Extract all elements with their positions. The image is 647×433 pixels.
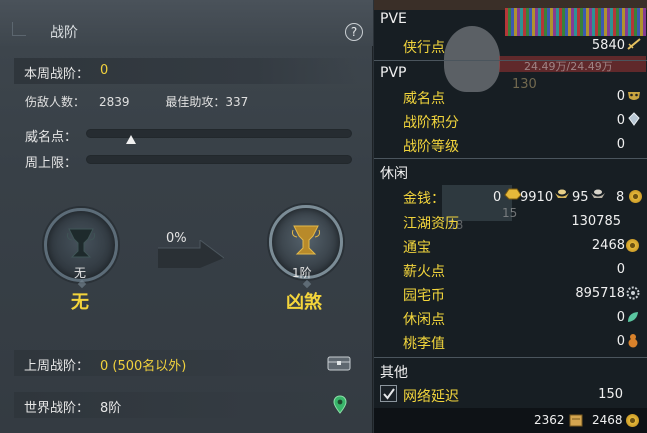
- divider-dot: [302, 279, 312, 289]
- weekly-cap-label: 周上限：: [25, 156, 78, 171]
- pvp-item-value: 0: [616, 113, 625, 128]
- weekly-rank-row: 本周战阶： 0: [14, 58, 358, 84]
- leaf-icon: [628, 312, 638, 322]
- leisure-item-label: 通宝: [403, 240, 431, 256]
- help-button[interactable]: ?: [345, 23, 363, 41]
- next-rank-name: 凶煞: [286, 292, 322, 313]
- background-count: 130: [512, 77, 537, 92]
- latency-checkbox[interactable]: [380, 385, 397, 402]
- coin-icon: [629, 190, 642, 203]
- pvp-item-label: 战阶积分: [403, 115, 459, 131]
- assists-value: 337: [225, 95, 249, 109]
- panel-titlebar: 战阶 ?: [0, 0, 373, 46]
- trophy-icon: [292, 225, 320, 255]
- leisure-header: 休闲: [380, 166, 408, 182]
- leisure-item-value: 130785: [571, 214, 621, 229]
- battle-stats: 伤敌人数： 2839 最佳助攻：337: [25, 93, 262, 110]
- next-rank-level: 1阶: [292, 266, 312, 280]
- world-rank-label: 世界战阶：: [24, 401, 90, 416]
- kills-value: 2839: [99, 95, 130, 109]
- leisure-item-label: 薪火点: [403, 264, 445, 280]
- pvp-header: PVP: [380, 65, 407, 81]
- pvp-item-label: 战阶等级: [403, 139, 459, 155]
- other-header: 其他: [380, 365, 408, 381]
- world-rank-row: 世界战阶： 8阶: [14, 392, 358, 418]
- title-decoration: [12, 22, 26, 36]
- leisure-item-value: 895718: [575, 286, 625, 301]
- gear-coin-icon: [626, 286, 640, 300]
- pve-header: PVE: [380, 11, 407, 27]
- pve-item-label: 侠行点: [403, 40, 445, 56]
- leisure-item-value: 0: [616, 334, 625, 349]
- weekly-rank-label: 本周战阶：: [24, 67, 90, 82]
- gourd-icon: [628, 334, 638, 348]
- leisure-item-label: 江湖资历: [403, 216, 459, 232]
- section-divider: [374, 357, 647, 358]
- section-divider: [374, 60, 647, 61]
- leisure-item-label: 园宅币: [403, 288, 445, 304]
- weekly-cap-bar: [86, 155, 352, 164]
- leisure-item-label: 桃李值: [403, 336, 445, 352]
- scroll-icon: [569, 414, 583, 427]
- latency-value: 150: [598, 387, 623, 402]
- sword-icon: [627, 38, 641, 50]
- panel-title: 战阶: [50, 25, 78, 41]
- section-divider: [374, 158, 647, 159]
- kills-label: 伤敌人数：: [25, 95, 86, 109]
- bottom-currency-bar: 2362 2468: [374, 408, 647, 433]
- money-label: 金钱：: [403, 191, 445, 207]
- coin-icon: [626, 414, 639, 427]
- location-pin-icon[interactable]: [333, 395, 347, 415]
- bottom-value-b: 2468: [592, 413, 623, 427]
- background-figure: [444, 26, 500, 92]
- leisure-item-value: 2468: [591, 238, 625, 253]
- leisure-item-value: 0: [616, 262, 625, 277]
- trophy-icon: [67, 228, 95, 258]
- pve-item-value: 5840: [591, 38, 625, 53]
- check-icon: [383, 388, 395, 400]
- background-texture: [505, 8, 646, 36]
- last-week-rank-value: 0 (500名以外): [100, 359, 187, 374]
- money-silver: 9910: [520, 190, 554, 205]
- currency-panel: 24.49万/24.49万 130 15 58 PVE 侠行点 5840 PVP…: [374, 0, 647, 433]
- background-small-number: 15: [502, 206, 518, 220]
- pvp-item-value: 0: [616, 137, 625, 152]
- current-rank-level: 无: [74, 266, 87, 280]
- prestige-marker-icon: [126, 135, 137, 144]
- prestige-label: 威名点：: [25, 130, 78, 145]
- leisure-item-label: 休闲点: [403, 312, 445, 328]
- world-rank-value: 8阶: [100, 401, 122, 416]
- mask-icon: [628, 92, 640, 100]
- current-rank-name: 无: [71, 292, 89, 313]
- assists-label: 最佳助攻：: [165, 95, 226, 109]
- money-gold: 0: [493, 190, 502, 205]
- chest-icon[interactable]: [327, 354, 351, 372]
- last-week-rank-row: 上周战阶： 0 (500名以外): [14, 350, 358, 376]
- money-other: 8: [616, 190, 625, 205]
- rank-panel: 战阶 ? 本周战阶： 0 伤敌人数： 2839 最佳助攻：337 威名点： 周上限…: [0, 0, 373, 433]
- pvp-item-label: 威名点: [403, 91, 445, 107]
- pvp-item-value: 0: [616, 89, 625, 104]
- money-copper: 95: [572, 190, 589, 205]
- last-week-rank-label: 上周战阶：: [24, 359, 90, 374]
- silver-ingot-icon: [555, 189, 569, 198]
- crystal-icon: [628, 112, 640, 126]
- progress-arrow-icon: [158, 240, 224, 268]
- bottom-value-a: 2362: [534, 413, 565, 427]
- coin-icon: [626, 239, 639, 252]
- leisure-item-value: 0: [616, 310, 625, 325]
- weekly-rank-value: 0: [100, 63, 109, 78]
- copper-ingot-icon: [591, 189, 605, 198]
- latency-label: 网络延迟: [403, 389, 459, 405]
